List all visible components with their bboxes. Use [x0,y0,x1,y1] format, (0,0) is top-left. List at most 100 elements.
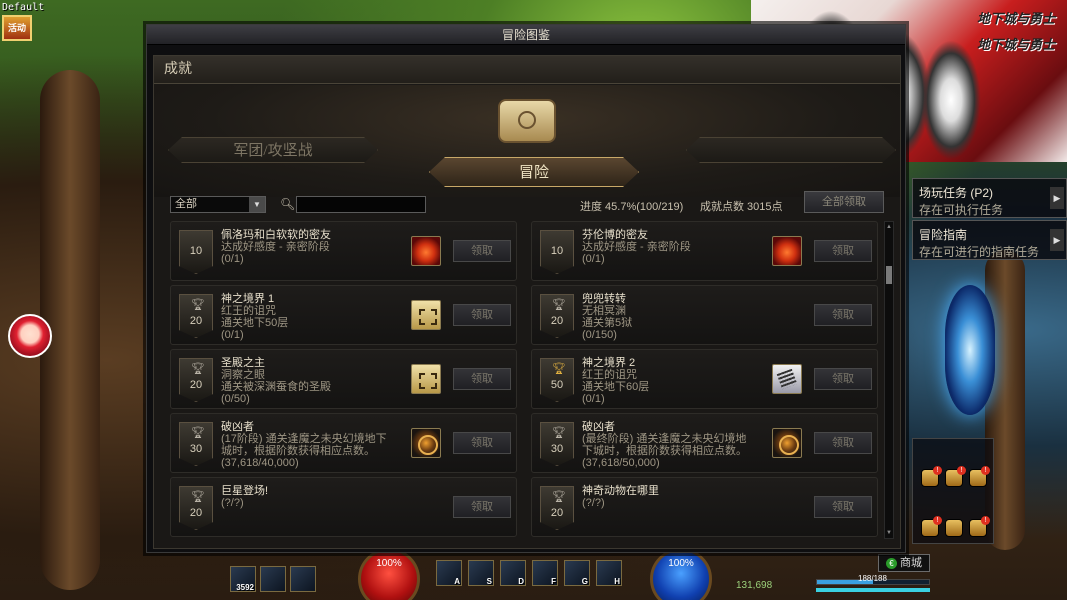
claim-button[interactable]: 领取 [814,432,872,454]
achievement-text: 芬伦博的密友 达成好感度 - 亲密阶段 (0/1) [582,229,772,265]
emblem-icon[interactable] [411,428,441,458]
shop-button[interactable]: € 商城 [878,554,930,572]
medal-points: 20 [550,507,564,519]
claim-button[interactable]: 领取 [814,368,872,390]
achievement-title: 巨星登场! [221,485,269,497]
shop-label: 商城 [900,557,922,569]
claim-button[interactable]: 领取 [814,240,872,262]
skill-slot[interactable]: G [564,560,590,586]
claim-button[interactable]: 领取 [814,304,872,326]
quest-item[interactable]: 冒险指南 存在可进行的指南任务 ▶ [912,220,1067,260]
skill-slot[interactable]: D [500,560,526,586]
section-title: 成就 [154,56,900,84]
book-icon[interactable]: ! [969,516,990,537]
scroll-down-icon[interactable]: ▼ [885,528,893,538]
scroll-icon[interactable] [772,364,802,394]
achievement-text: 神之境界 2 红王的诅咒 通关地下60层 (0/1) [582,357,772,405]
achievement-title: 神之境界 1 [221,293,275,305]
skill-slot[interactable]: H [596,560,622,586]
points-medal: 🏆︎ 20 [540,486,574,530]
box-icon[interactable] [411,300,441,330]
trophy-icon: 🏆︎ [191,363,205,375]
trophy-icon: 🏆︎ [191,427,205,439]
quest-title: 场玩任务 (P2) [919,186,994,200]
achievement-card: 🏆︎ 20 兜兜转转 无相冥渊 通关第5狱 (0/150) 领取 [531,285,878,345]
location-icon[interactable] [945,519,963,537]
list-scrollbar[interactable]: ▲ ▼ [884,221,894,539]
claim-button[interactable]: 领取 [453,432,511,454]
achievement-progress: (0/150) [582,329,617,341]
points-medal: 🏆︎ 20 [179,294,213,338]
heart-icon[interactable] [411,236,441,266]
achievement-title: 佩洛玛和白软软的密友 [221,229,331,241]
character-avatar[interactable] [8,314,52,358]
menu-icon[interactable]: ! [945,466,966,487]
potion-slot[interactable]: 3592 [230,566,256,592]
profile-label: Default [2,2,45,13]
item-slot[interactable] [260,566,286,592]
heart-icon[interactable] [772,236,802,266]
event-icon[interactable]: 活动 [2,15,32,41]
tab-legion-raid[interactable]: 军团/攻坚战 [168,137,378,163]
item-slot[interactable] [290,566,316,592]
skill-slot[interactable]: S [468,560,494,586]
tab-adventure[interactable]: 冒险 [429,157,639,187]
trophy-icon: 🏆︎ [191,491,205,503]
achievement-progress: (?/?) [582,497,605,509]
skill-slot[interactable]: F [532,560,558,586]
menu-icon[interactable]: ! [921,466,942,487]
emblem-icon[interactable] [772,428,802,458]
achievement-progress: (37,618/40,000) [221,457,299,469]
points-medal: 🏆︎ 30 [179,422,213,466]
achievement-title: 破凶者 [582,421,615,433]
promo-character [921,40,981,160]
filter-bar: 全部 ▼ 🔍︎ 进度 45.7%(100/219) 成就点数 3015点 全部领取 [170,191,886,217]
claim-button[interactable]: 领取 [814,496,872,518]
achievement-text: 圣殿之主 洞察之眼 通关被深渊蚕食的圣殿 (0/50) [221,357,411,405]
claim-button[interactable]: 领取 [453,240,511,262]
achievement-line: 红王的诅咒 [221,305,276,317]
menu-icon[interactable]: ! [921,516,942,537]
achievement-line: (17阶段) 通关逢魔之未央幻境地下 [221,433,387,445]
points-medal: 🏆︎ 50 [540,358,574,402]
category-select[interactable]: 全部 ▼ [170,196,266,213]
claim-all-button[interactable]: 全部领取 [804,191,884,213]
achievement-line: 通关地下60层 [582,381,650,393]
expand-arrow-icon[interactable]: ▶ [1050,187,1064,209]
expand-arrow-icon[interactable]: ▶ [1050,229,1064,251]
profile-widget[interactable]: Default 活动 [2,2,44,41]
scroll-up-icon[interactable]: ▲ [885,222,893,232]
achievement-text: 巨星登场! (?/?) [221,485,411,509]
achievement-line: 达成好感度 - 亲密阶段 [221,241,330,253]
menu-icon-panel: ! ! ! ! ! [912,438,994,544]
achievement-line: 城时，根据阶数获得相应点数。 [221,445,375,457]
achievement-title: 神奇动物在哪里 [582,485,659,497]
achievement-text: 破凶者 (17阶段) 通关逢魔之未央幻境地下 城时，根据阶数获得相应点数。 (37,6… [221,421,411,469]
chevron-down-icon[interactable]: ▼ [249,197,265,212]
achievement-progress: (0/1) [221,253,244,265]
trophy-icon: 🏆︎ [552,363,566,375]
achievement-line: 通关第5狱 [582,317,633,329]
search-icon: 🔍︎ [280,197,296,211]
scroll-thumb[interactable] [886,266,892,284]
achievement-card: 🏆︎ 30 破凶者 (17阶段) 通关逢魔之未央幻境地下 城时，根据阶数获得相应点数。(… [170,413,517,473]
quest-item[interactable]: 场玩任务 (P2) 存在可执行任务 ▶ [912,178,1067,218]
points-medal: 10 [540,230,574,274]
tab-next[interactable] [686,137,896,163]
claim-button[interactable]: 领取 [453,304,511,326]
points-medal: 🏆︎ 20 [179,358,213,402]
claim-button[interactable]: 领取 [453,368,511,390]
achievement-progress: (0/50) [221,393,250,405]
crown-icon[interactable]: ! [969,466,990,487]
medal-points: 20 [189,379,203,391]
achievement-line: 通关被深渊蚕食的圣殿 [221,381,331,393]
search-input[interactable] [296,196,426,213]
promo-logo: 地下城与勇士 [976,11,1055,26]
skill-slot[interactable]: A [436,560,462,586]
achievement-title: 芬伦博的密友 [582,229,648,241]
points-medal: 10 [179,230,213,274]
mp-orb: 100% [650,548,712,600]
box-icon[interactable] [411,364,441,394]
claim-button[interactable]: 领取 [453,496,511,518]
window-title[interactable]: 冒险图鉴 [147,25,905,45]
